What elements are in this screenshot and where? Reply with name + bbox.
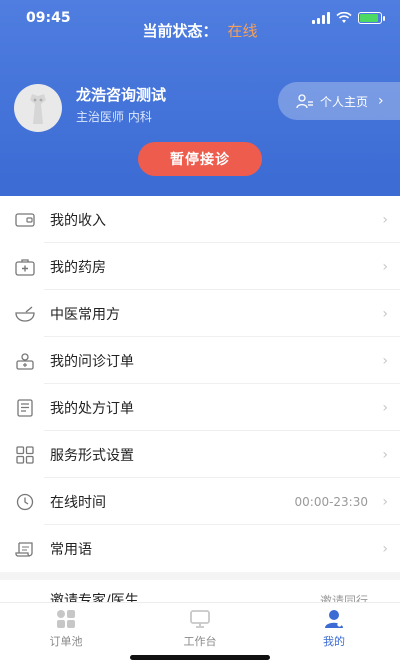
home-indicator[interactable] (130, 655, 270, 660)
tab-label: 我的 (323, 635, 345, 648)
giraffe-avatar-icon (30, 94, 46, 124)
menu-item-online-time[interactable]: 在线时间 00:00-23:30 › (0, 478, 400, 525)
prescription-icon (14, 397, 36, 419)
medicine-box-icon (14, 256, 36, 278)
tab-label: 工作台 (183, 635, 217, 648)
menu-item-invite-experts[interactable]: 邀请专家/医生 邀请同行 (0, 580, 400, 602)
profile-header: 09:45 当前状态： 在线 龙浩咨询测试 主治医师 内科 个人主页 › 暂停接… (0, 0, 400, 196)
menu-item-label: 中医常用方 (50, 306, 120, 323)
chevron-right-icon: › (382, 305, 388, 322)
menu-item-label: 我的药房 (50, 259, 106, 276)
profile-icon (284, 609, 384, 629)
menu-item-common-phrases[interactable]: 常用语 › (0, 525, 400, 572)
wallet-icon (14, 209, 36, 231)
menu-item-tcm-prescriptions[interactable]: 中医常用方 › (0, 290, 400, 337)
scroll-icon (14, 538, 36, 560)
status-value: 在线 (227, 22, 258, 40)
menu-item-income[interactable]: 我的收入 › (0, 196, 400, 243)
avatar[interactable] (14, 84, 62, 132)
homepage-label: 个人主页 (320, 94, 369, 109)
status-label: 当前状态： (142, 22, 218, 40)
menu-item-prescription-orders[interactable]: 我的处方订单 › (0, 384, 400, 431)
menu-item-consultation-orders[interactable]: 我的问诊订单 › (0, 337, 400, 384)
menu-item-pharmacy[interactable]: 我的药房 › (0, 243, 400, 290)
bottom-tab-bar: 订单池 工作台 我的 (0, 602, 400, 666)
order-pool-icon (16, 609, 116, 629)
section-divider (0, 572, 400, 580)
tab-workbench[interactable]: 工作台 (150, 609, 250, 649)
chevron-right-icon: › (378, 93, 384, 109)
doctor-role: 主治医师 内科 (76, 110, 152, 124)
chevron-right-icon: › (382, 399, 388, 416)
personal-homepage-button[interactable]: 个人主页 › (278, 82, 400, 120)
invite-peers-text: 邀请同行 (319, 594, 368, 602)
menu-item-label: 我的收入 (50, 212, 106, 229)
menu-item-label: 我的问诊订单 (50, 353, 134, 370)
chevron-right-icon: › (382, 258, 388, 275)
chevron-right-icon: › (382, 540, 388, 557)
pause-consultation-button[interactable]: 暂停接诊 (138, 142, 262, 176)
online-time-range: 00:00-23:30 (294, 494, 369, 509)
menu-item-label: 在线时间 (50, 494, 106, 511)
grid-icon (14, 444, 36, 466)
mortar-icon (14, 303, 36, 325)
online-status[interactable]: 当前状态： 在线 (0, 20, 400, 41)
menu-item-label: 邀请专家/医生 (50, 593, 139, 602)
workbench-icon (150, 609, 250, 629)
menu-list: 我的收入 › 我的药房 › 中医常用方 › 我的问诊订单 › 我的处方订单 › (0, 196, 400, 572)
menu-item-service-settings[interactable]: 服务形式设置 › (0, 431, 400, 478)
tab-mine[interactable]: 我的 (284, 609, 384, 649)
menu-item-label: 我的处方订单 (50, 400, 134, 417)
tab-label: 订单池 (49, 635, 83, 648)
chevron-right-icon: › (382, 352, 388, 369)
consultation-icon (14, 350, 36, 372)
chevron-right-icon: › (382, 493, 388, 510)
user-list-icon (296, 94, 313, 109)
menu-item-label: 服务形式设置 (50, 447, 134, 464)
chevron-right-icon: › (382, 211, 388, 228)
chevron-right-icon: › (382, 446, 388, 463)
tab-order-pool[interactable]: 订单池 (16, 609, 116, 649)
menu-item-label: 常用语 (50, 541, 92, 558)
clock-icon (14, 491, 36, 513)
doctor-name: 龙浩咨询测试 (76, 86, 167, 104)
